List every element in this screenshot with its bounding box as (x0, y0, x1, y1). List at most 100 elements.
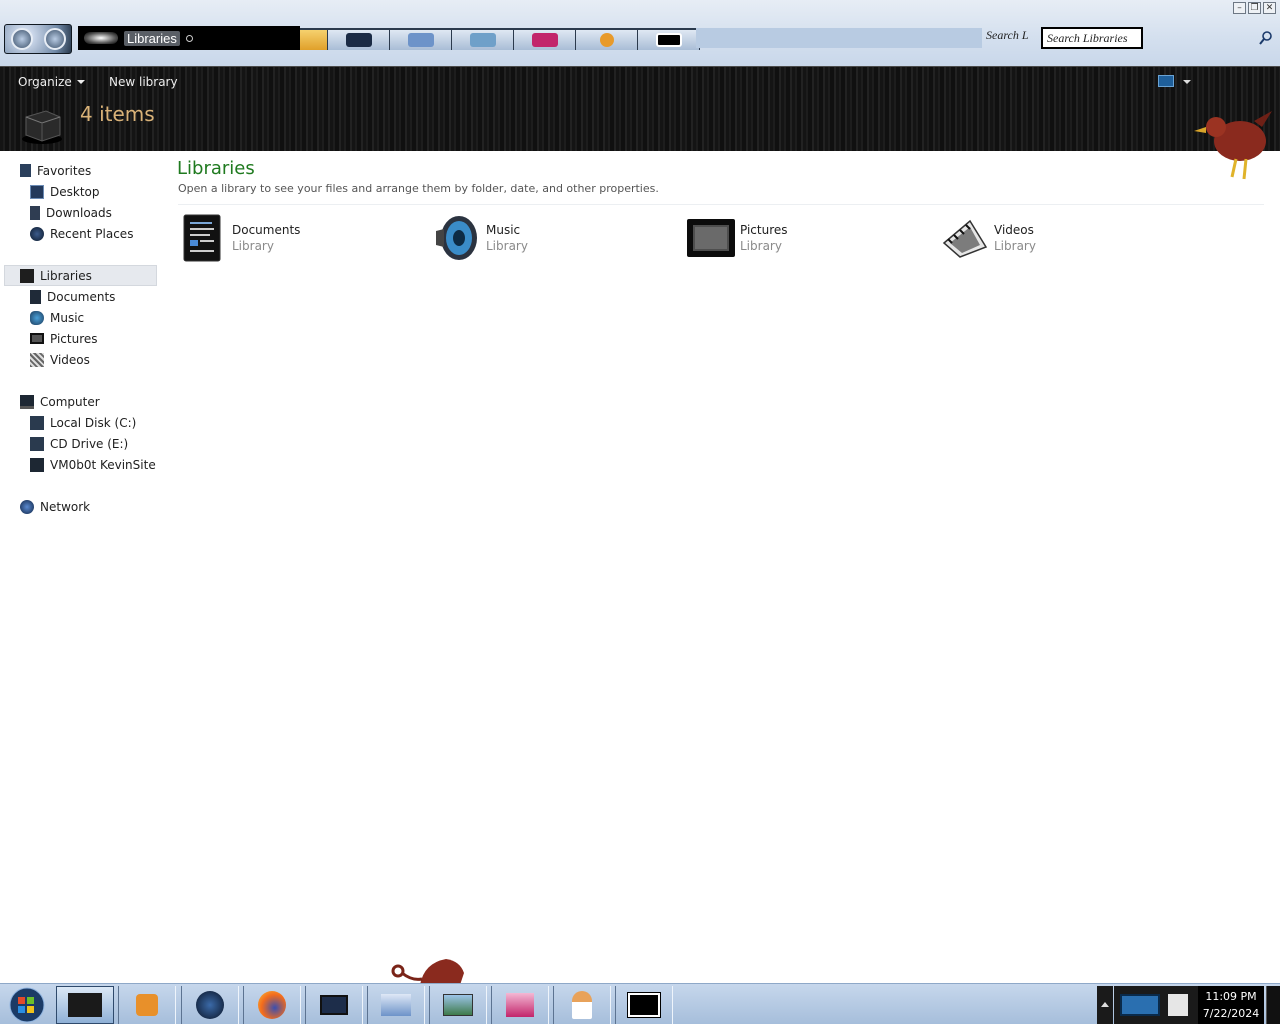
explorer-icon (68, 993, 102, 1017)
nav-recent-places-label: Recent Places (50, 226, 134, 241)
libraries-large-icon (22, 110, 62, 144)
restore-button[interactable]: ❐ (1248, 2, 1261, 14)
taskbar-user-button[interactable] (553, 986, 611, 1024)
show-desktop-button[interactable] (1266, 986, 1280, 1024)
nav-favorites[interactable]: Favorites (0, 160, 91, 181)
page-title: Libraries (177, 158, 255, 179)
header-divider (178, 204, 1264, 205)
refresh-icon[interactable] (185, 34, 193, 42)
taskbar-keyboard-button[interactable] (367, 986, 425, 1024)
library-name: Documents (232, 223, 301, 237)
pictures-icon (30, 333, 44, 344)
music-icon (30, 310, 44, 325)
nav-recent-places[interactable]: Recent Places (0, 223, 133, 244)
nav-favorites-label: Favorites (37, 163, 92, 178)
videos-icon (30, 352, 44, 367)
taskbar-media-player-button[interactable] (118, 986, 176, 1024)
libraries-icon (20, 268, 34, 283)
taskbar-7zip-button[interactable] (615, 986, 673, 1024)
desktop-icon (30, 184, 44, 199)
nav-documents-label: Documents (47, 289, 116, 304)
nav-videos[interactable]: Videos (0, 349, 90, 370)
nav-videos-label: Videos (50, 352, 90, 367)
nav-music[interactable]: Music (0, 307, 84, 328)
tray-volume-icon[interactable] (1168, 994, 1188, 1016)
new-library-button[interactable]: New library (109, 75, 178, 89)
quick-keyboard-icon[interactable] (390, 28, 452, 50)
library-tile-videos[interactable]: Videos Library (940, 212, 1180, 264)
nav-downloads-label: Downloads (46, 205, 112, 220)
quick-jar-icon[interactable] (514, 28, 576, 50)
nav-downloads[interactable]: Downloads (0, 202, 112, 223)
taskbar-monitor-button[interactable] (305, 986, 363, 1024)
quick-launch-fill (696, 28, 982, 48)
nav-cd-drive[interactable]: CD Drive (E:) (0, 433, 128, 454)
nav-documents[interactable]: Documents (0, 286, 115, 307)
content-pane: Libraries Open a library to see your fil… (166, 151, 1280, 981)
minimize-button[interactable]: – (1233, 2, 1246, 14)
forward-button[interactable] (43, 28, 66, 50)
library-kind: Library (232, 239, 274, 253)
nav-music-label: Music (50, 310, 85, 325)
organize-menu[interactable]: Organize (18, 75, 85, 89)
library-name: Music (486, 223, 521, 237)
address-bar[interactable]: Libraries (78, 26, 300, 50)
local-disk-icon (30, 415, 44, 430)
nav-desktop[interactable]: Desktop (0, 181, 100, 202)
nav-computer[interactable]: Computer (0, 391, 100, 412)
breadcrumb-libraries[interactable]: Libraries (124, 30, 180, 46)
chevron-down-icon (76, 80, 85, 84)
nav-network-drive-label: VM0b0t KevinSite (50, 457, 156, 472)
nav-network-drive[interactable]: VM0b0t KevinSite (0, 454, 156, 475)
change-view-icon[interactable] (1158, 75, 1174, 87)
command-bar: Organize New library 4 items (0, 66, 1280, 180)
network-drive-icon (30, 457, 44, 472)
close-button[interactable]: ✕ (1263, 2, 1276, 14)
quick-folder-icon[interactable] (300, 28, 328, 50)
search-icon[interactable] (1258, 30, 1274, 46)
system-tray (1114, 986, 1198, 1024)
library-tile-documents[interactable]: Documents Library (178, 212, 418, 264)
library-kind: Library (740, 239, 782, 253)
search-label: Search L (986, 28, 1029, 42)
library-tile-music[interactable]: Music Library (432, 212, 672, 264)
back-button[interactable] (10, 28, 33, 50)
library-kind: Library (994, 239, 1036, 253)
quick-7zip-icon[interactable] (638, 28, 700, 50)
photos-icon (443, 994, 473, 1016)
library-kind: Library (486, 239, 528, 253)
quick-monitor-icon[interactable] (328, 28, 390, 50)
nav-computer-label: Computer (40, 394, 100, 409)
system-clock[interactable]: 11:09 PM 7/22/2024 (1198, 986, 1264, 1024)
taskbar-jar-button[interactable] (491, 986, 549, 1024)
quick-photos-icon[interactable] (452, 28, 514, 50)
library-name: Pictures (740, 223, 788, 237)
quick-orange-icon[interactable] (576, 28, 638, 50)
search-input[interactable]: Search Libraries (1041, 27, 1143, 49)
title-bar: – ❐ ✕ Libraries Search L Search Librarie… (0, 0, 1280, 66)
nav-pictures[interactable]: Pictures (0, 328, 98, 349)
nav-network[interactable]: Network (0, 496, 90, 517)
taskbar-photos-button[interactable] (429, 986, 487, 1024)
nav-desktop-label: Desktop (50, 184, 100, 199)
taskbar-globe-button[interactable] (181, 986, 239, 1024)
taskbar-explorer-button[interactable] (56, 986, 114, 1024)
media-player-icon (136, 994, 158, 1016)
explorer-window: – ❐ ✕ Libraries Search L Search Librarie… (0, 0, 1280, 1024)
taskbar-firefox-button[interactable] (243, 986, 301, 1024)
jar-icon (506, 993, 534, 1017)
start-button[interactable] (0, 984, 55, 1024)
view-options-chevron-icon[interactable] (1183, 80, 1191, 84)
pictures-library-icon (687, 219, 735, 257)
globe-icon (196, 991, 224, 1019)
documents-library-icon (183, 214, 221, 262)
libraries-crumb-icon (84, 32, 118, 44)
window-controls: – ❐ ✕ (1233, 2, 1276, 14)
tray-network-icon[interactable] (1120, 994, 1160, 1016)
library-tile-pictures[interactable]: Pictures Library (686, 212, 926, 264)
nav-libraries[interactable]: Libraries (4, 265, 157, 286)
user-icon (572, 991, 592, 1019)
nav-local-disk[interactable]: Local Disk (C:) (0, 412, 136, 433)
show-hidden-icons-button[interactable] (1097, 986, 1113, 1024)
favorites-icon (20, 164, 31, 177)
